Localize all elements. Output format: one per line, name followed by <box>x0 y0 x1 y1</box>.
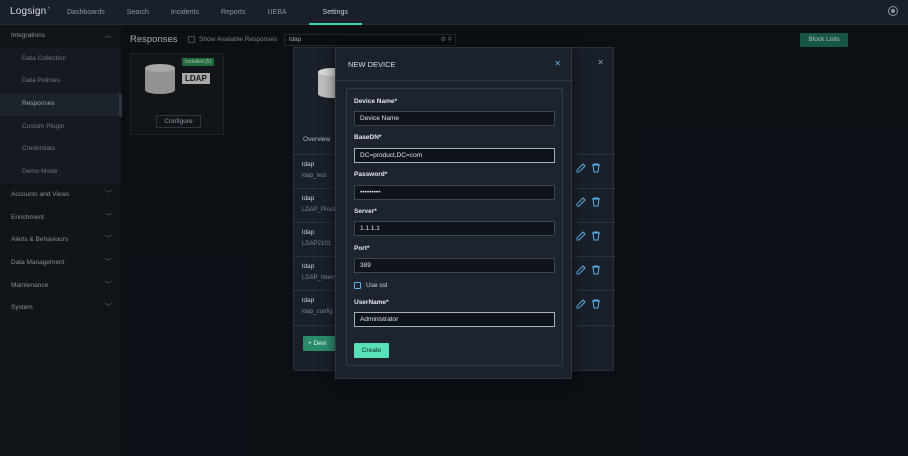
trash-icon[interactable] <box>591 299 601 309</box>
device-name-field[interactable] <box>354 111 555 126</box>
edit-icon[interactable] <box>576 163 586 173</box>
tab-overview[interactable]: Overview <box>303 136 330 143</box>
row-actions <box>576 231 601 241</box>
edit-icon[interactable] <box>576 197 586 207</box>
password-label: Password* <box>354 171 388 178</box>
server-field[interactable] <box>354 221 555 236</box>
device-name-label: Device Name* <box>354 98 397 105</box>
main-nav: Dashboards Search Incidents Reports UEBA… <box>56 0 362 25</box>
nav-ueba[interactable]: UEBA <box>256 0 308 25</box>
server-label: Server* <box>354 208 377 215</box>
new-device-form: Device Name* BaseDN* Password* Server* P… <box>346 88 563 366</box>
close-icon[interactable]: ✕ <box>597 58 604 67</box>
device-name: ldap <box>302 195 315 202</box>
trash-icon[interactable] <box>591 163 601 173</box>
trash-icon[interactable] <box>591 265 601 275</box>
device-name: ldap <box>302 229 315 236</box>
new-device-modal: NEW DEVICE ✕ Device Name* BaseDN* Passwo… <box>335 47 573 379</box>
device-name: ldap <box>302 263 315 270</box>
device-id: LDAP2101 <box>302 241 332 247</box>
trash-icon[interactable] <box>591 197 601 207</box>
logo-mark-icon: ◔ <box>46 6 51 12</box>
close-icon[interactable]: ✕ <box>554 59 561 68</box>
edit-icon[interactable] <box>576 231 586 241</box>
username-label: UserName* <box>354 299 389 306</box>
device-id: LDAP_Intern <box>302 275 337 281</box>
device-name: ldap <box>302 297 315 304</box>
edit-icon[interactable] <box>576 299 586 309</box>
device-id: LDAP_Produ <box>302 207 338 213</box>
nav-incidents[interactable]: Incidents <box>160 0 210 25</box>
divider <box>336 80 573 81</box>
create-button[interactable]: Create <box>354 343 389 358</box>
trash-icon[interactable] <box>591 231 601 241</box>
use-ssl-checkbox[interactable] <box>354 282 361 289</box>
username-field[interactable] <box>354 312 555 327</box>
nav-search[interactable]: Search <box>116 0 160 25</box>
basedn-label: BaseDN* <box>354 134 382 141</box>
modal-title: NEW DEVICE <box>348 60 396 69</box>
nav-settings[interactable]: Settings <box>308 0 362 25</box>
row-actions <box>576 265 601 275</box>
logo-text: Logsign <box>10 6 47 17</box>
nav-dashboards[interactable]: Dashboards <box>56 0 116 25</box>
nav-reports[interactable]: Reports <box>210 0 257 25</box>
row-actions <box>576 197 601 207</box>
password-field[interactable] <box>354 185 555 200</box>
basedn-field[interactable] <box>354 148 555 163</box>
top-navigation-bar: Logsign◔ Dashboards Search Incidents Rep… <box>0 0 908 25</box>
port-field[interactable] <box>354 258 555 273</box>
logsign-logo[interactable]: Logsign◔ <box>10 6 50 17</box>
port-label: Port* <box>354 245 370 252</box>
device-id: ldap_test <box>302 173 327 179</box>
use-ssl-label: Use ssl <box>366 282 388 289</box>
user-profile-icon[interactable] <box>888 6 898 16</box>
device-name: ldap <box>302 161 315 168</box>
row-actions <box>576 163 601 173</box>
use-ssl-toggle[interactable]: Use ssl <box>354 282 387 289</box>
device-id: ldap_config <box>302 309 333 315</box>
row-actions <box>576 299 601 309</box>
edit-icon[interactable] <box>576 265 586 275</box>
